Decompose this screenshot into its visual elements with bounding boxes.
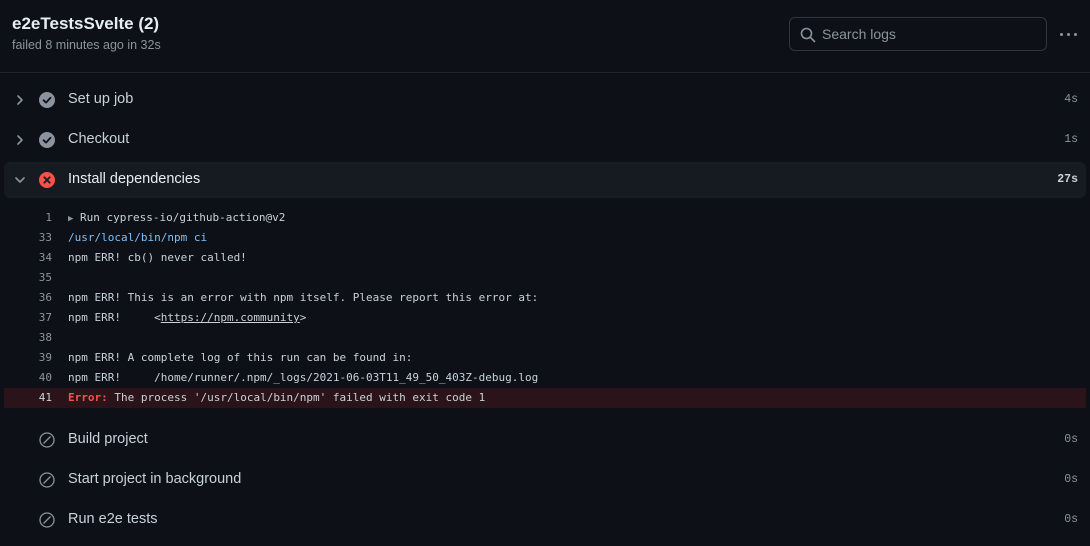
log-text: Run cypress-io/github-action@v2 (80, 211, 286, 224)
step-label: Install dependencies (68, 171, 201, 187)
step-label: Run e2e tests (68, 511, 158, 527)
log-text: npm ERR! < (68, 311, 161, 324)
more-options-button[interactable] (1058, 24, 1080, 44)
step-row[interactable]: Install dependencies 27s (4, 162, 1086, 198)
log-text: npm ERR! cb() never called! (68, 251, 247, 264)
log-text: The process '/usr/local/bin/npm' failed … (107, 391, 486, 404)
step-duration: 27s (1057, 173, 1078, 186)
log-line: 35 (4, 268, 1086, 288)
log-text: npm ERR! This is an error with npm itsel… (68, 291, 539, 304)
step-row[interactable]: Build project 0s (4, 422, 1086, 458)
line-number[interactable]: 34 (4, 248, 52, 268)
x-circle-icon (39, 172, 55, 188)
step-label: Build project (68, 431, 148, 447)
log-line-error: 41 Error: The process '/usr/local/bin/npm… (4, 388, 1086, 408)
job-title: e2eTestsSvelte (2) (12, 14, 160, 33)
expand-triangle-icon[interactable]: ▶ (68, 214, 73, 224)
step-duration: 0s (1064, 473, 1078, 486)
search-box[interactable] (789, 17, 1047, 51)
chevron-right-icon[interactable] (14, 134, 26, 146)
log-line: 33/usr/local/bin/npm ci (4, 228, 1086, 248)
line-number[interactable]: 35 (4, 268, 52, 288)
search-input[interactable] (822, 18, 1037, 50)
log-link[interactable]: https://npm.community (161, 311, 300, 324)
step-row[interactable]: Set up job 4s (4, 82, 1086, 118)
log-text: > (299, 311, 307, 324)
step-label: Checkout (68, 131, 130, 147)
step-duration: 0s (1064, 513, 1078, 526)
job-header: e2eTestsSvelte (2) failed 8 minutes ago … (0, 0, 1090, 73)
error-label: Error: (68, 391, 108, 404)
chevron-down-icon[interactable] (14, 174, 26, 186)
check-circle-icon (39, 132, 55, 148)
line-number[interactable]: 39 (4, 348, 52, 368)
job-status: failed 8 minutes ago in 32s (12, 38, 161, 52)
log-line: 37 npm ERR! <https://npm.community> (4, 308, 1086, 328)
step-duration: 4s (1064, 93, 1078, 106)
step-row[interactable]: Run e2e tests 0s (4, 502, 1086, 538)
step-label: Set up job (68, 91, 134, 107)
log-line: 38 (4, 328, 1086, 348)
step-duration: 1s (1064, 133, 1078, 146)
line-number[interactable]: 37 (4, 308, 52, 328)
log-text: /usr/local/bin/npm ci (68, 231, 208, 244)
chevron-right-icon[interactable] (14, 94, 26, 106)
step-duration: 0s (1064, 433, 1078, 446)
log-line: 36 npm ERR! This is an error with npm its… (4, 288, 1086, 308)
log-output: 1 ▶ Run cypress-io/github-action@v2 33/usr… (4, 208, 1086, 408)
step-row[interactable]: Checkout 1s (4, 122, 1086, 158)
log-line: 34 npm ERR! cb() never called! (4, 248, 1086, 268)
log-line: 39 npm ERR! A complete log of this run ca… (4, 348, 1086, 368)
line-number[interactable]: 36 (4, 288, 52, 308)
line-number[interactable]: 40 (4, 368, 52, 388)
skipped-icon (39, 432, 55, 448)
log-text: npm ERR! /home/runner/.npm/_logs/2021-06… (68, 371, 539, 384)
line-number[interactable]: 33 (4, 228, 52, 248)
line-number[interactable]: 1 (4, 208, 52, 228)
line-number[interactable]: 38 (4, 328, 52, 348)
log-text: npm ERR! A complete log of this run can … (68, 351, 413, 364)
skipped-icon (39, 512, 55, 528)
step-row[interactable]: Start project in background 0s (4, 462, 1086, 498)
search-icon (800, 27, 816, 43)
log-line: 40 npm ERR! /home/runner/.npm/_logs/2021-… (4, 368, 1086, 388)
step-label: Start project in background (68, 471, 242, 487)
line-number[interactable]: 41 (4, 388, 52, 408)
skipped-icon (39, 472, 55, 488)
check-circle-icon (39, 92, 55, 108)
log-line[interactable]: 1 ▶ Run cypress-io/github-action@v2 (4, 208, 1086, 228)
